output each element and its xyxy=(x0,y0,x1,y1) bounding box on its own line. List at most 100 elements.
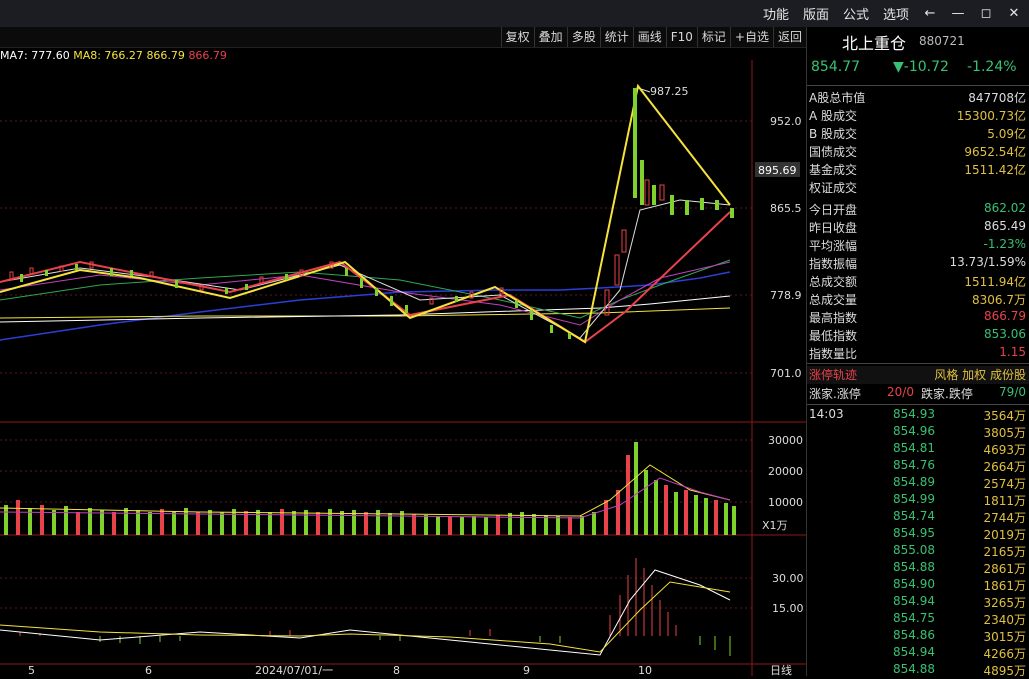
tick-price: 854.90 xyxy=(893,577,935,591)
menu-function[interactable]: 功能 xyxy=(763,4,789,23)
price-pct: -1.24% xyxy=(967,59,1017,75)
stat-row: B 股成交 5.09亿 xyxy=(807,125,1029,143)
stat-value: 8306.7万 xyxy=(972,293,1026,307)
volume-tick-3: 10000 xyxy=(768,496,803,509)
price-bar: 854.77 ▼-10.72 -1.24% xyxy=(807,55,1029,81)
divider xyxy=(807,85,1029,86)
stat-value: 13.73/1.59% xyxy=(949,255,1026,269)
price-tick-2: 865.5 xyxy=(770,202,802,215)
last-price: 854.77 xyxy=(811,59,860,75)
zigzag-yellow xyxy=(0,83,731,344)
menu-options[interactable]: 选项 xyxy=(883,4,909,23)
tick-time: 14:03 xyxy=(809,407,844,421)
tick-price: 854.93 xyxy=(893,407,935,421)
tick-row: 854.99 1811万 xyxy=(807,492,1029,509)
tick-price: 854.74 xyxy=(893,509,935,523)
minimize-icon[interactable]: — xyxy=(951,6,965,21)
tick-row: 854.94 3265万 xyxy=(807,594,1029,611)
stat-value: 1511.94亿 xyxy=(964,275,1026,289)
stat-label: 平均涨幅 xyxy=(809,239,858,253)
tick-price: 854.76 xyxy=(893,458,935,472)
stat-row: 总成交量 8306.7万 xyxy=(807,291,1029,309)
date-tick-2: 6 xyxy=(145,664,152,676)
tick-price: 854.75 xyxy=(893,611,935,625)
close-icon[interactable]: ✕ xyxy=(1007,6,1021,21)
stat-value: 1.15 xyxy=(999,345,1026,359)
tick-price: 854.99 xyxy=(893,492,935,506)
stat-row: 国债成交 9652.54亿 xyxy=(807,143,1029,161)
volume-tick-1: 30000 xyxy=(768,434,803,447)
tick-row: 854.86 3015万 xyxy=(807,628,1029,645)
stat-label: 权证成交 xyxy=(809,181,858,195)
limit-track-tab[interactable]: 涨停轨迹 xyxy=(809,366,857,383)
tick-volume: 1811万 xyxy=(983,494,1026,508)
tick-row: 855.08 2165万 xyxy=(807,543,1029,560)
date-tick-6: 10 xyxy=(638,664,652,676)
menu-layout[interactable]: 版面 xyxy=(803,4,829,23)
btn-draw[interactable]: 画线 xyxy=(632,27,666,47)
vol-ma-yellow xyxy=(0,464,731,517)
stat-label: 昨日收盘 xyxy=(809,221,858,235)
btn-return[interactable]: 返回 xyxy=(772,27,806,47)
tick-price: 854.88 xyxy=(893,560,935,574)
btn-stats[interactable]: 统计 xyxy=(599,27,633,47)
tick-row: 854.76 2664万 xyxy=(807,458,1029,475)
track-row: 涨停轨迹 风格 加权 成份股 xyxy=(807,366,1029,384)
tick-price: 855.08 xyxy=(893,543,935,557)
btn-overlay[interactable]: 叠加 xyxy=(533,27,567,47)
stat-value: 865.49 xyxy=(984,219,1026,233)
high-label: 987.25 xyxy=(650,85,689,98)
tick-row: 854.74 2744万 xyxy=(807,509,1029,526)
top-menu: 功能 版面 公式 选项 ← — ◻ ✕ xyxy=(749,0,1029,27)
stat-row: 最高指数 866.79 xyxy=(807,309,1029,327)
quote-panel: 北上重仓 880721 854.77 ▼-10.72 -1.24% A股总市值 8… xyxy=(806,27,1029,678)
divider xyxy=(807,363,1029,364)
btn-f10[interactable]: F10 xyxy=(665,27,697,47)
tick-row: 14:03 854.93 3564万 xyxy=(807,407,1029,424)
price-change: ▼-10.72 xyxy=(893,59,949,75)
stat-label: A股总市值 xyxy=(809,91,866,105)
btn-fuquan[interactable]: 复权 xyxy=(500,27,534,47)
tick-volume: 2574万 xyxy=(983,477,1026,491)
tick-volume: 2744万 xyxy=(983,511,1026,525)
tick-volume: 4693万 xyxy=(983,443,1026,457)
stat-value: 847708亿 xyxy=(968,91,1026,105)
stat-row: 昨日收盘 865.49 xyxy=(807,219,1029,237)
kline-chart[interactable]: 952.0 865.5 778.9 701.0 895.69 30000 200… xyxy=(0,48,806,676)
menu-formula[interactable]: 公式 xyxy=(843,4,869,23)
price-tick-1: 952.0 xyxy=(770,115,802,128)
tick-row: 854.90 1861万 xyxy=(807,577,1029,594)
tick-price: 854.95 xyxy=(893,526,935,540)
tick-row: 854.95 2019万 xyxy=(807,526,1029,543)
divider xyxy=(807,404,1029,405)
updown-row: 涨家.涨停 20/0 跌家.跌停 79/0 xyxy=(807,385,1029,403)
quote-title: 北上重仓 880721 xyxy=(807,27,1029,55)
date-tick-4: 8 xyxy=(393,664,400,676)
style-tabs[interactable]: 风格 加权 成份股 xyxy=(934,366,1026,383)
stat-value: 853.06 xyxy=(984,327,1026,341)
chart-toolbar: 复权 叠加 多股 统计 画线 F10 标记 +自选 返回 xyxy=(0,27,806,48)
stat-row: 指数振幅 13.73/1.59% xyxy=(807,255,1029,273)
tick-price: 854.94 xyxy=(893,594,935,608)
stat-label: B 股成交 xyxy=(809,127,858,141)
stat-label: 总成交额 xyxy=(809,275,858,289)
volume-unit: X1万 xyxy=(762,519,788,532)
stat-row: 基金成交 1511.42亿 xyxy=(807,161,1029,179)
stat-value: 866.79 xyxy=(984,309,1026,323)
restore-icon[interactable]: ◻ xyxy=(979,6,993,21)
btn-add-watch[interactable]: +自选 xyxy=(729,27,773,47)
btn-mark[interactable]: 标记 xyxy=(696,27,730,47)
back-icon[interactable]: ← xyxy=(923,6,937,21)
tick-volume: 2861万 xyxy=(983,562,1026,576)
up-label: 涨家.涨停 xyxy=(809,387,861,401)
stat-label: A 股成交 xyxy=(809,109,858,123)
btn-multi[interactable]: 多股 xyxy=(566,27,600,47)
stat-row: 平均涨幅 -1.23% xyxy=(807,237,1029,255)
macd-tick-1: 30.00 xyxy=(772,572,804,585)
stat-value: 15300.73亿 xyxy=(956,109,1026,123)
tick-row: 854.88 2861万 xyxy=(807,560,1029,577)
stat-row: 总成交额 1511.94亿 xyxy=(807,273,1029,291)
tick-row: 854.96 3805万 xyxy=(807,424,1029,441)
down-label: 跌家.跌停 xyxy=(921,387,973,401)
title-bar: 功能 版面 公式 选项 ← — ◻ ✕ xyxy=(0,0,1029,27)
